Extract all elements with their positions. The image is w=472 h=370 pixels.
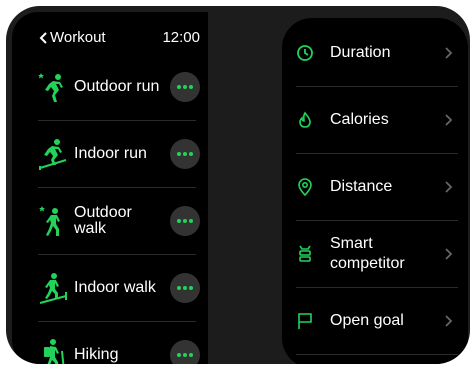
workout-list: Outdoor run Indoor run Outdoor walk Indo…	[12, 54, 208, 364]
back-button[interactable]: Workout	[38, 29, 106, 46]
goal-label: Duration	[330, 44, 391, 61]
list-item-smart-competitor[interactable]: Smart competitor	[296, 221, 458, 288]
list-item-hiking[interactable]: Hiking	[38, 322, 200, 364]
flag-icon	[298, 313, 312, 329]
goal-label: Distance	[330, 178, 393, 195]
more-button[interactable]	[170, 273, 200, 303]
location-pin-icon	[298, 178, 312, 196]
indoor-run-icon	[39, 139, 67, 170]
goal-label: Smart competitor	[330, 235, 405, 272]
more-button[interactable]	[170, 72, 200, 102]
list-item-outdoor-run[interactable]: Outdoor run	[38, 54, 200, 121]
goal-label: Open goal	[330, 312, 404, 329]
watch-frame: Workout 12:00 Outdoor run Indoor run Out…	[6, 6, 470, 364]
competitor-icon	[299, 245, 311, 262]
more-button[interactable]	[170, 139, 200, 169]
workout-label: Indoor run	[74, 145, 147, 162]
more-button[interactable]	[170, 340, 200, 364]
more-dots-icon	[177, 219, 193, 223]
chevron-right-icon	[445, 114, 453, 126]
goal-list-screen: Duration Calories Distance Smart competi…	[282, 18, 468, 364]
chevron-left-icon	[39, 31, 47, 44]
workout-label: Outdoor run	[74, 78, 160, 95]
more-dots-icon	[177, 85, 193, 89]
outdoor-run-icon	[38, 73, 63, 102]
goal-label: Calories	[330, 111, 389, 128]
workout-label: Outdoor walk	[74, 204, 132, 237]
hiking-icon	[44, 339, 65, 364]
chevron-right-icon	[445, 315, 453, 327]
indoor-walk-icon	[39, 273, 67, 304]
list-item-distance[interactable]: Distance	[296, 154, 458, 221]
status-bar: Workout 12:00	[12, 12, 208, 52]
list-item-open-goal[interactable]: Open goal	[296, 288, 458, 355]
chevron-right-icon	[445, 248, 453, 260]
list-item-indoor-walk[interactable]: Indoor walk	[38, 255, 200, 322]
more-dots-icon	[177, 152, 193, 156]
list-item-duration[interactable]: Duration	[296, 20, 458, 87]
more-button[interactable]	[170, 206, 200, 236]
chevron-right-icon	[445, 47, 453, 59]
back-label: Workout	[50, 29, 106, 46]
clock-icon	[297, 45, 313, 61]
more-dots-icon	[177, 286, 193, 290]
list-item-outdoor-walk[interactable]: Outdoor walk	[38, 188, 200, 255]
more-dots-icon	[177, 353, 193, 357]
list-item-indoor-run[interactable]: Indoor run	[38, 121, 200, 188]
chevron-right-icon	[445, 181, 453, 193]
list-item-calories[interactable]: Calories	[296, 87, 458, 154]
flame-icon	[299, 111, 311, 128]
workout-list-screen: Workout 12:00 Outdoor run Indoor run Out…	[12, 12, 208, 364]
goal-list: Duration Calories Distance Smart competi…	[282, 20, 468, 355]
workout-label: Hiking	[74, 346, 119, 363]
outdoor-walk-icon	[39, 206, 60, 236]
workout-label: Indoor walk	[74, 279, 156, 296]
clock-time: 12:00	[162, 29, 200, 46]
